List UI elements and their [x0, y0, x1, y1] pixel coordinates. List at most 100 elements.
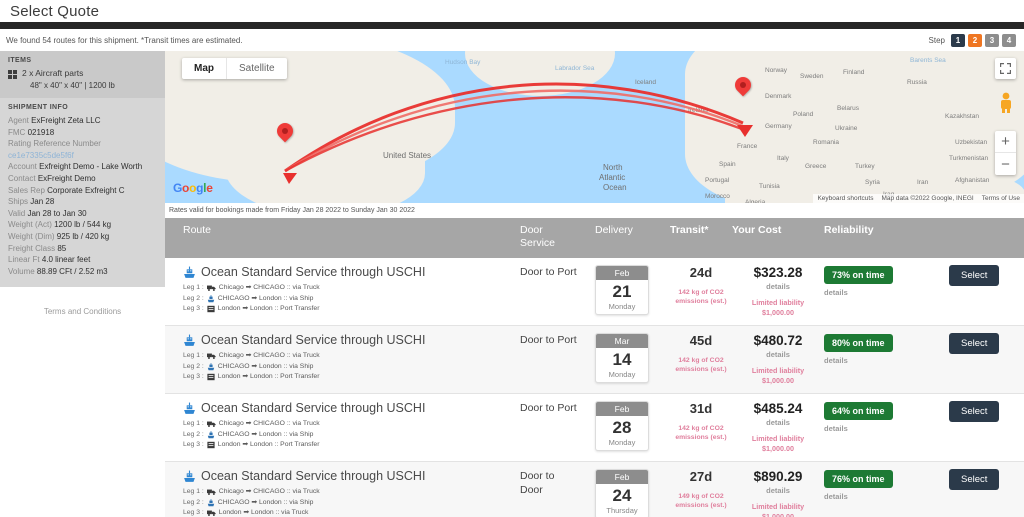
route-service-name: Ocean Standard Service through USCHI	[201, 401, 426, 415]
route-leg-1-text: Chicago ➡ CHICAGO :: via Truck	[218, 488, 320, 495]
delivery-day: 14	[612, 350, 632, 369]
route-service-name: Ocean Standard Service through USCHI	[201, 333, 426, 347]
cost-details-link[interactable]: details	[732, 282, 824, 291]
map-pin-origin[interactable]	[273, 119, 297, 147]
table-row[interactable]: Ocean Standard Service through USCHI Leg …	[165, 462, 1024, 517]
info-contact-value: ExFreight Demo	[37, 173, 96, 183]
reliability-details-link[interactable]: details	[824, 492, 949, 501]
terms-and-conditions-link[interactable]: Terms and Conditions	[44, 307, 121, 316]
table-row[interactable]: Ocean Standard Service through USCHI Leg …	[165, 326, 1024, 394]
select-button[interactable]: Select	[949, 333, 1000, 354]
items-heading: ITEMS	[8, 57, 32, 64]
route-leg-2: Leg 2 : CHICAGO ➡ London :: via Ship	[183, 294, 520, 305]
cost-cell: $323.28 details Limited liability $1,000.00	[732, 265, 824, 318]
item-dimensions: 48" x 40" x 40" | 1200 lb	[30, 81, 115, 90]
map-type-switcher[interactable]: Map Satellite	[182, 58, 287, 79]
route-service-name: Ocean Standard Service through USCHI	[201, 469, 426, 483]
info-weight-act-key: Weight (Act)	[8, 220, 52, 230]
map-zoom-in-button[interactable]: +	[995, 131, 1016, 153]
ship-icon	[207, 498, 214, 506]
door-service-cell: Door to Door	[520, 469, 595, 497]
route-service-name: Ocean Standard Service through USCHI	[201, 265, 426, 279]
map-data-credit: Map data ©2022 Google, INEGI	[881, 195, 974, 202]
route-legs: Leg 1 : Chicago ➡ CHICAGO :: via TruckLeg…	[183, 487, 520, 517]
map-type-map-button[interactable]: Map	[182, 58, 226, 79]
route-leg-2-text: CHICAGO ➡ London :: via Ship	[217, 362, 314, 370]
select-button[interactable]: Select	[949, 265, 1000, 286]
cost-details-link[interactable]: details	[732, 486, 824, 495]
route-leg-1: Leg 1 : Chicago ➡ CHICAGO :: via Truck	[183, 419, 520, 430]
cost-details-link[interactable]: details	[732, 350, 824, 359]
route-map[interactable]: Hudson Bay Labrador Sea Barents Sea Iceland…	[165, 51, 1024, 203]
route-leg-2: Leg 2 : CHICAGO ➡ London :: via Ship	[183, 430, 520, 441]
map-fullscreen-button[interactable]	[995, 58, 1016, 79]
col-header-cost: Your Cost	[732, 224, 782, 236]
reliability-badge: 64% on time	[824, 402, 893, 420]
route-leg-2-text: CHICAGO ➡ London :: via Ship	[217, 498, 314, 506]
rating-reference-link[interactable]: ce1e7335c5de5f6f	[8, 151, 74, 160]
route-leg-1-number: Leg 1 :	[183, 488, 204, 495]
co2-emissions: 142 kg of CO2 emissions (est.)	[675, 289, 727, 305]
delivery-month: Feb	[596, 402, 648, 416]
delivery-month: Feb	[596, 470, 648, 484]
co2-emissions: 142 kg of CO2 emissions (est.)	[675, 425, 727, 441]
route-cell: Ocean Standard Service through USCHI Leg …	[165, 333, 520, 383]
cost-cell: $480.72 details Limited liability $1,000.00	[732, 333, 824, 386]
route-leg-1-number: Leg 1 :	[183, 352, 204, 359]
terms-of-use-link[interactable]: Terms of Use	[982, 195, 1020, 202]
reliability-details-link[interactable]: details	[824, 356, 949, 365]
route-leg-2: Leg 2 : CHICAGO ➡ London :: via Ship	[183, 498, 520, 509]
info-volume-value: 88.89 CFt / 2.52 m3	[36, 266, 108, 276]
info-sales-rep-key: Sales Rep	[8, 185, 45, 195]
info-account: Account Exfreight Demo - Lake Worth	[8, 161, 157, 173]
delivery-month: Mar	[596, 334, 648, 348]
reliability-details-link[interactable]: details	[824, 424, 949, 433]
table-row[interactable]: Ocean Standard Service through USCHI Leg …	[165, 394, 1024, 462]
route-leg-2-number: Leg 2 :	[183, 498, 204, 506]
results-panel: Hudson Bay Labrador Sea Barents Sea Iceland…	[165, 51, 1024, 517]
package-grid-icon	[8, 70, 17, 79]
route-leg-1-number: Leg 1 :	[183, 284, 204, 291]
info-agent-value: ExFreight Zeta LLC	[31, 116, 101, 125]
door-service-value: Door to Port	[520, 266, 577, 278]
pegman-street-view-icon	[1000, 92, 1011, 113]
route-leg-1-text: Chicago ➡ CHICAGO :: via Truck	[218, 420, 320, 427]
route-cell: Ocean Standard Service through USCHI Leg …	[165, 265, 520, 315]
map-pegman-button[interactable]	[995, 91, 1016, 114]
map-type-satellite-button[interactable]: Satellite	[226, 58, 287, 79]
route-leg-2: Leg 2 : CHICAGO ➡ London :: via Ship	[183, 362, 520, 373]
cost-details-link[interactable]: details	[732, 418, 824, 427]
reliability-badge: 73% on time	[824, 266, 893, 284]
door-service-cell: Door to Port	[520, 333, 595, 347]
reliability-details-link[interactable]: details	[824, 288, 949, 297]
step-4[interactable]: 4	[1002, 33, 1016, 47]
route-leg-2-number: Leg 2 :	[183, 362, 204, 370]
step-1[interactable]: 1	[951, 33, 965, 47]
info-rating-ref-key: Rating Reference Number	[8, 139, 101, 149]
route-leg-2-number: Leg 2 :	[183, 294, 204, 302]
shipment-info-heading: SHIPMENT INFO	[8, 104, 69, 111]
route-leg-3-number: Leg 3 :	[183, 441, 204, 448]
map-zoom-out-button[interactable]: −	[995, 153, 1016, 175]
step-3[interactable]: 3	[985, 33, 999, 47]
ship-icon	[184, 402, 195, 414]
terms-area: Terms and Conditions	[0, 287, 165, 320]
reliability-cell: 64% on time details	[824, 401, 949, 433]
step-2[interactable]: 2	[968, 33, 982, 47]
map-zoom-controls[interactable]: + −	[995, 131, 1016, 175]
co2-emissions: 149 kg of CO2 emissions (est.)	[675, 493, 727, 509]
map-pin-destination[interactable]	[731, 73, 755, 101]
delivery-cell: Feb 21 Monday	[595, 265, 670, 315]
route-leg-3-number: Leg 3 :	[183, 373, 204, 380]
cost-amount: $890.29	[753, 469, 803, 484]
table-row[interactable]: Ocean Standard Service through USCHI Leg …	[165, 258, 1024, 326]
route-leg-1-text: Chicago ➡ CHICAGO :: via Truck	[218, 284, 320, 291]
action-cell: Select	[949, 265, 1021, 286]
select-button[interactable]: Select	[949, 401, 1000, 422]
info-rating-ref-label: Rating Reference Number	[8, 138, 157, 150]
main-content: ITEMS 2 x Aircraft parts 48" x 40" x 40"…	[0, 51, 1024, 517]
select-button[interactable]: Select	[949, 469, 1000, 490]
info-fmc-key: FMC	[8, 127, 26, 137]
keyboard-shortcuts-link[interactable]: Keyboard shortcuts	[817, 195, 873, 202]
results-table-body: Ocean Standard Service through USCHI Leg …	[165, 258, 1024, 517]
